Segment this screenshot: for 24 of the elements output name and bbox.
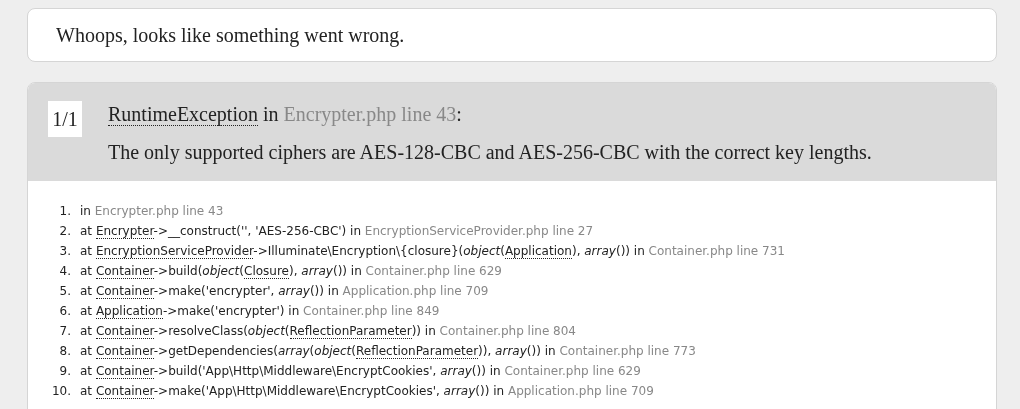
trace-line: in Encrypter.php line 43 [80,204,224,218]
line-number: 2. [58,224,72,238]
line-number: 9. [58,364,72,378]
trace-line: at Container->resolveClass(object(ReflectionParameter)) in Container.php line 804 [80,324,576,338]
trace-line: at Application->make('encrypter') in Container.php line 849 [80,304,440,318]
trace-line: at Container->build(object(Closure), array()) in Container.php line 629 [80,264,502,278]
line-number: 5. [58,284,72,298]
exception-counter: 1/1 [48,101,82,137]
line-number: 8. [58,344,72,358]
error-notice: Whoops, looks like something went wrong. [56,24,405,46]
line-number: 6. [58,304,72,318]
line-number: 1. [58,204,72,218]
line-number: 7. [58,324,72,338]
trace-line: at EncryptionServiceProvider->Illuminate\Encryption\{closure}(object(Application), array()) in Container.php line 731 [80,244,785,258]
trace-line: at Container->make('App\Http\Middleware\EncryptCookies', array()) in Application.php line 709 [80,384,654,398]
line-number: 10. [50,384,72,398]
trace-line: at Container->getDependencies(array(object(ReflectionParameter)), array()) in Container.php line 773 [80,344,696,358]
trace-line: at Container->build('App\Http\Middleware\EncryptCookies', array()) in Container.php line 629 [80,364,641,378]
exception-title: RuntimeException in Encrypter.php line 43: [108,102,463,128]
trace-line: at Container->make('encrypter', array()) in Application.php line 709 [80,284,489,298]
trace-line: at Encrypter->__construct('', 'AES-256-CBC') in EncryptionServiceProvider.php line 27 [80,224,594,238]
line-number: 4. [58,264,72,278]
exception-message: The only supported ciphers are AES-128-CBC and AES-256-CBC with the correct key lengths. [108,140,872,166]
line-number: 3. [58,244,72,258]
